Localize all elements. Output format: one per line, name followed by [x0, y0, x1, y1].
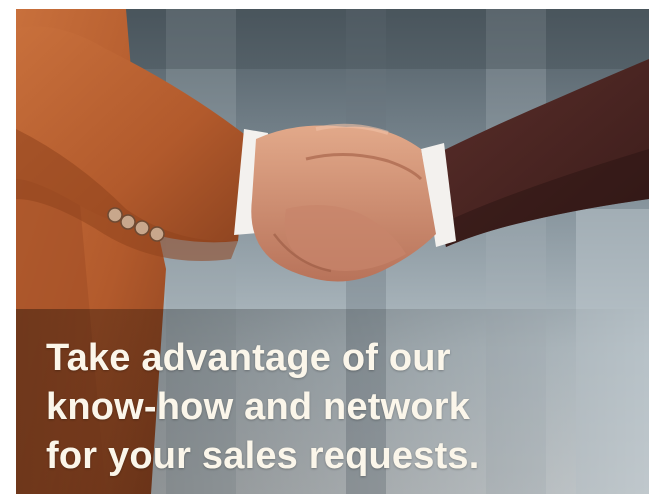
- headline: Take advantage of our know-how and netwo…: [46, 334, 606, 481]
- headline-line-1: Take advantage of our: [46, 337, 451, 379]
- sleeve-button: [134, 220, 150, 236]
- sleeve-button: [120, 214, 136, 230]
- sleeve-button: [149, 226, 165, 242]
- headline-line-2: know-how and network: [46, 386, 471, 428]
- hero-banner: Take advantage of our know-how and netwo…: [16, 9, 649, 494]
- sleeve-button: [107, 207, 123, 223]
- headline-line-3: for your sales requests.: [46, 435, 480, 477]
